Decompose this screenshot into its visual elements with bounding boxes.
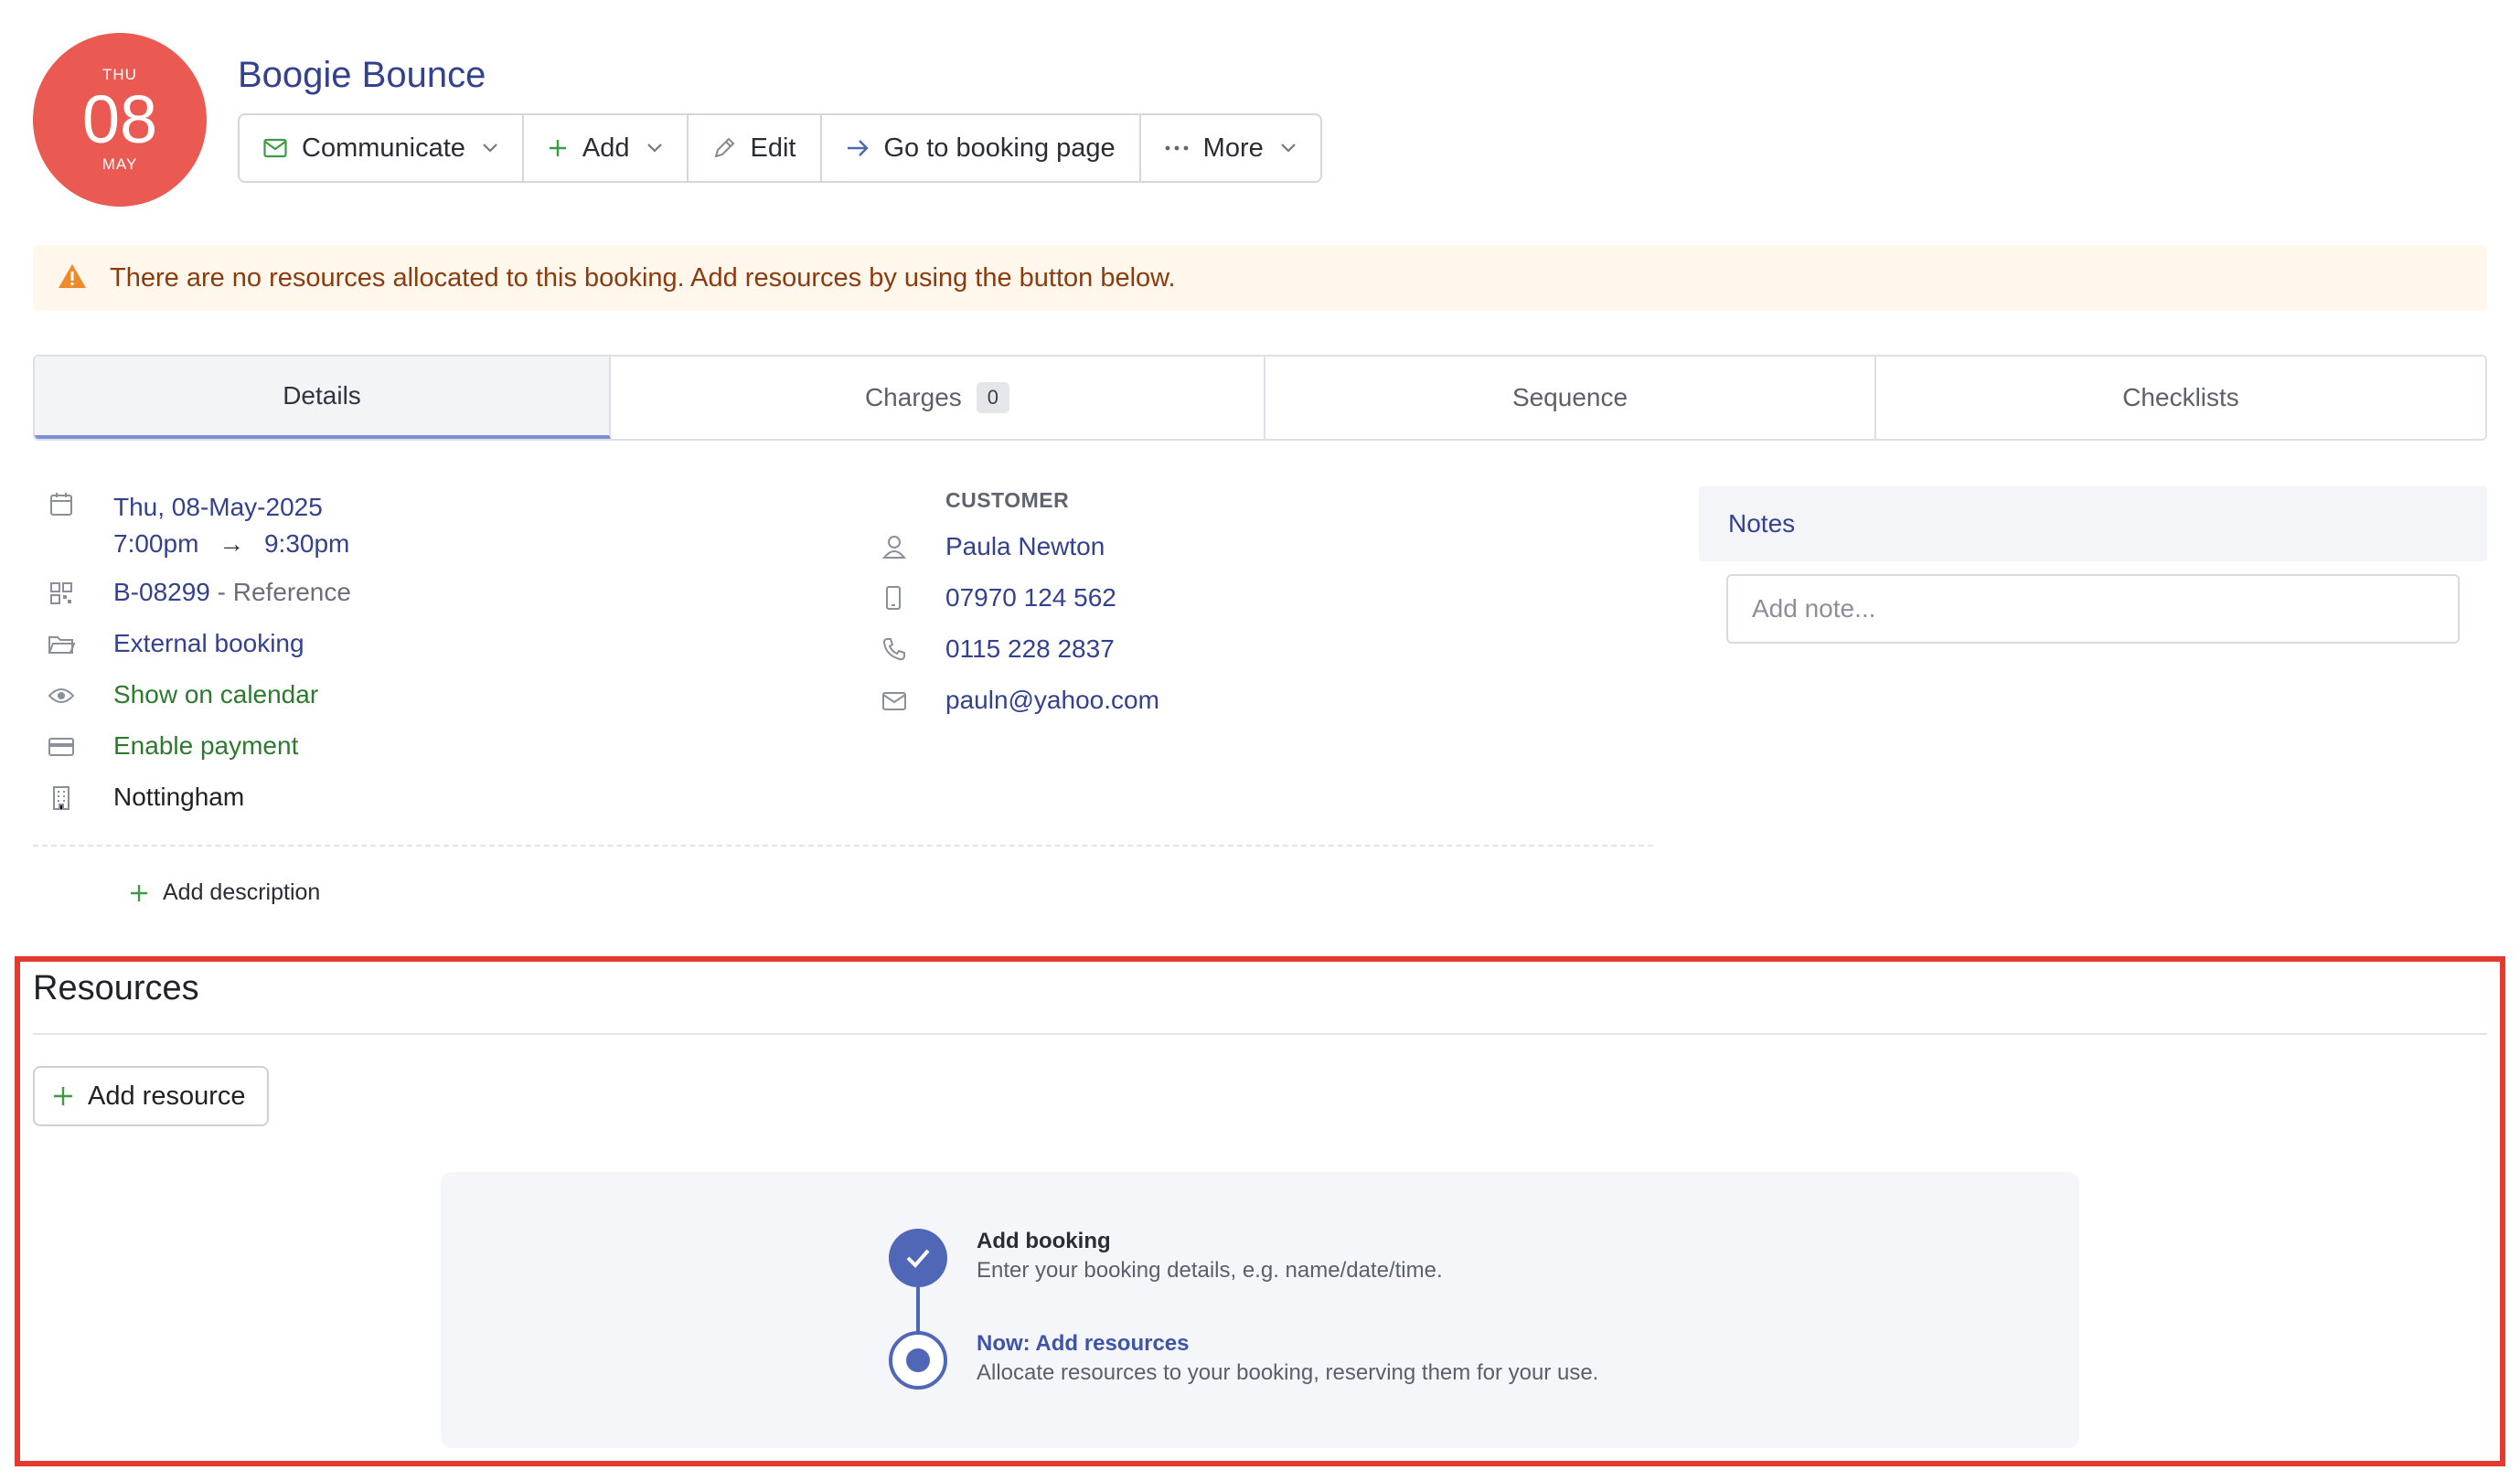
step-add-resources-title[interactable]: Now: Add resources — [977, 1331, 1598, 1357]
step-complete-icon — [889, 1229, 947, 1287]
customer-email[interactable]: pauln@yahoo.com — [945, 686, 1159, 715]
detail-source — [48, 631, 75, 658]
date-badge: THU 08 MAY — [33, 33, 207, 207]
booking-location[interactable]: Nottingham — [113, 783, 244, 812]
envelope-icon — [263, 138, 287, 158]
mobile-phone-icon — [883, 585, 903, 615]
calendar-icon — [48, 490, 75, 517]
booking-tabs: Details Charges 0 Sequence Checklists — [33, 355, 2487, 441]
add-note-input[interactable] — [1726, 574, 2460, 644]
step-current-icon — [889, 1331, 947, 1390]
tab-details[interactable]: Details — [35, 357, 611, 439]
booking-time-range: 7:00pm → 9:30pm — [113, 526, 349, 562]
date-badge-month: MAY — [101, 155, 138, 173]
arrow-right-icon: → — [219, 529, 245, 558]
more-button[interactable]: More — [1141, 115, 1320, 181]
chevron-down-icon — [1280, 143, 1297, 154]
tab-checklists[interactable]: Checklists — [1876, 357, 2485, 439]
customer-mobile[interactable]: 07970 124 562 — [945, 583, 1116, 613]
add-resource-button[interactable]: Add resource — [33, 1066, 269, 1126]
go-to-booking-page-label: Go to booking page — [883, 133, 1116, 163]
customer-phone[interactable]: 0115 228 2837 — [945, 634, 1115, 664]
booking-reference[interactable]: B-08299 - Reference — [113, 578, 351, 607]
arrow-right-icon — [846, 138, 870, 158]
add-description-button[interactable]: Add description — [130, 879, 320, 906]
tab-details-label: Details — [283, 381, 361, 410]
more-label: More — [1202, 133, 1264, 163]
booking-end-time: 9:30pm — [263, 529, 350, 558]
qr-code-icon — [48, 580, 75, 607]
tab-charges[interactable]: Charges 0 — [611, 357, 1265, 439]
customer-heading: CUSTOMER — [945, 488, 1070, 512]
detail-payment — [48, 733, 75, 761]
step-current-dot — [906, 1348, 930, 1372]
credit-card-icon — [48, 733, 75, 761]
pencil-icon — [712, 136, 736, 160]
communicate-button[interactable]: Communicate — [240, 115, 524, 181]
chevron-down-icon — [646, 143, 663, 154]
tab-checklists-label: Checklists — [2122, 383, 2239, 411]
phone-icon — [881, 636, 907, 666]
building-icon — [48, 784, 75, 812]
date-badge-day: 08 — [81, 81, 158, 157]
detail-reference — [48, 580, 75, 607]
booking-toolbar: Communicate Add Edit Go to booking page … — [238, 113, 1322, 183]
step-add-resources: Now: Add resources Allocate resources to… — [977, 1331, 1598, 1386]
detail-datetime — [48, 490, 75, 517]
resources-title: Resources — [33, 969, 199, 1007]
booking-title: Boogie Bounce — [238, 55, 486, 95]
add-button[interactable]: Add — [524, 115, 689, 181]
tab-sequence-label: Sequence — [1511, 383, 1628, 411]
ellipsis-icon — [1165, 144, 1189, 152]
booking-start-time: 7:00pm — [113, 529, 199, 558]
detail-datetime-text[interactable]: Thu, 08-May-2025 7:00pm → 9:30pm — [113, 489, 349, 562]
booking-date: Thu, 08-May-2025 — [113, 493, 323, 521]
add-label: Add — [582, 133, 630, 163]
show-on-calendar-toggle[interactable]: Show on calendar — [113, 680, 318, 709]
step-add-booking-title: Add booking — [977, 1229, 1111, 1253]
step-add-booking: Add booking Enter your booking details, … — [977, 1229, 1443, 1284]
enable-payment-toggle[interactable]: Enable payment — [113, 731, 298, 761]
tab-charges-label: Charges — [864, 383, 962, 411]
alert-text: There are no resources allocated to this… — [110, 262, 1176, 293]
add-resource-label: Add resource — [88, 1081, 246, 1111]
plus-icon — [53, 1086, 73, 1106]
details-divider — [33, 845, 1653, 847]
person-icon — [881, 534, 907, 564]
notes-heading: Notes — [1699, 486, 2487, 561]
step-add-resources-desc: Allocate resources to your booking, rese… — [977, 1360, 1599, 1385]
customer-name[interactable]: Paula Newton — [945, 532, 1105, 561]
edit-button[interactable]: Edit — [689, 115, 822, 181]
edit-label: Edit — [750, 133, 796, 163]
eye-icon — [48, 682, 75, 709]
booking-reference-label: - Reference — [209, 578, 351, 606]
detail-calendar — [48, 682, 75, 709]
booking-source[interactable]: External booking — [113, 629, 304, 658]
envelope-icon — [881, 691, 907, 716]
onboarding-steps — [441, 1172, 2079, 1448]
step-add-booking-desc: Enter your booking details, e.g. name/da… — [977, 1258, 1443, 1283]
folder-icon — [48, 631, 75, 658]
warning-icon — [57, 262, 88, 294]
booking-reference-id: B-08299 — [113, 578, 210, 606]
charges-count-badge: 0 — [976, 382, 1010, 413]
step-connector — [916, 1287, 920, 1333]
resources-divider — [33, 1033, 2487, 1035]
no-resources-alert: There are no resources allocated to this… — [33, 245, 2487, 311]
communicate-label: Communicate — [302, 133, 465, 163]
detail-location — [48, 784, 75, 812]
add-description-label: Add description — [163, 879, 321, 905]
tab-sequence[interactable]: Sequence — [1265, 357, 1876, 439]
chevron-down-icon — [482, 143, 498, 154]
plus-icon — [130, 884, 148, 902]
go-to-booking-page-button[interactable]: Go to booking page — [822, 115, 1141, 181]
plus-icon — [548, 138, 568, 158]
